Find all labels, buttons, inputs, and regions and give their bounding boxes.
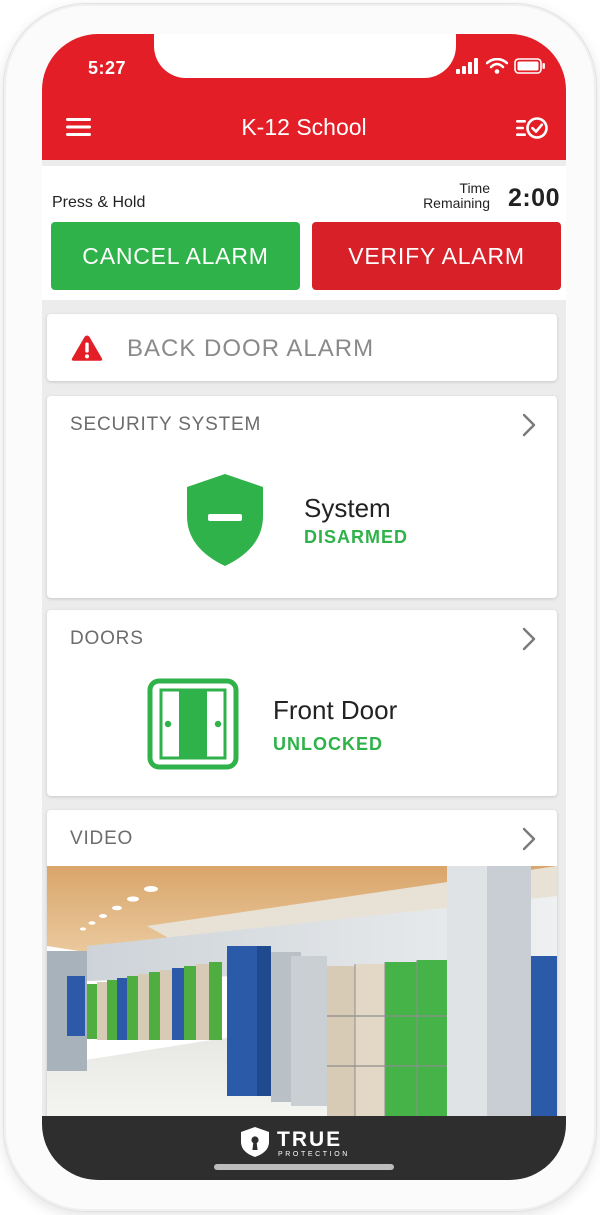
page-title: K-12 School — [241, 114, 367, 140]
doors-card[interactable]: DOORS Front Door UNLOCKED — [47, 610, 557, 796]
system-title: System — [304, 493, 391, 523]
history-check-icon — [516, 117, 548, 139]
door-title: Front Door — [273, 695, 398, 725]
doors-heading: DOORS — [70, 628, 144, 649]
app-screen: 5:27 K-12 School Press & Hold Time Remai… — [42, 34, 566, 1180]
status-icons — [456, 58, 546, 74]
brand-sub: PROTECTION — [278, 1151, 350, 1158]
battery-icon — [514, 58, 545, 74]
video-heading: VIDEO — [70, 828, 134, 849]
phone-notch — [154, 34, 456, 78]
phone-frame: 5:27 K-12 School Press & Hold Time Remai… — [4, 4, 596, 1211]
alarm-alert-card[interactable]: BACK DOOR ALARM — [47, 314, 557, 381]
app-header: 5:27 K-12 School — [42, 34, 566, 160]
time-label-line2: Remaining — [423, 195, 490, 211]
alarm-panel: Press & Hold Time Remaining 2:00 CANCEL … — [42, 166, 566, 300]
system-status: DISARMED — [304, 527, 409, 547]
hallway-camera-image — [47, 866, 557, 1126]
verify-alarm-button[interactable]: VERIFY ALARM — [312, 222, 561, 290]
cancel-alarm-button[interactable]: CANCEL ALARM — [51, 222, 300, 290]
brand-footer: TRUE PROTECTION — [42, 1116, 566, 1180]
security-heading: SECURITY SYSTEM — [70, 414, 262, 435]
video-feed[interactable] — [47, 866, 557, 1126]
press-hold-hint: Press & Hold — [52, 194, 146, 211]
time-remaining-value: 2:00 — [507, 184, 560, 212]
security-system-card[interactable]: SECURITY SYSTEM System DISARMED — [47, 396, 557, 598]
true-protection-logo: TRUE PROTECTION — [241, 1127, 350, 1158]
wifi-icon — [486, 58, 508, 74]
door-icon — [147, 678, 239, 770]
alert-text: BACK DOOR ALARM — [127, 335, 375, 362]
brand-word: TRUE — [277, 1128, 342, 1151]
chevron-right-icon[interactable] — [521, 826, 537, 852]
door-status: UNLOCKED — [273, 734, 383, 754]
time-label-line1: Time — [459, 180, 490, 196]
chevron-right-icon[interactable] — [521, 412, 537, 438]
signal-icon — [456, 58, 478, 74]
warning-icon — [71, 335, 103, 361]
chevron-right-icon[interactable] — [521, 626, 537, 652]
shield-keyhole-logo-icon — [241, 1127, 269, 1157]
history-button[interactable] — [514, 114, 550, 142]
shield-icon — [187, 474, 263, 566]
home-indicator[interactable] — [214, 1164, 394, 1170]
time-remaining-label: Time Remaining — [423, 181, 490, 211]
status-time: 5:27 — [88, 58, 127, 78]
